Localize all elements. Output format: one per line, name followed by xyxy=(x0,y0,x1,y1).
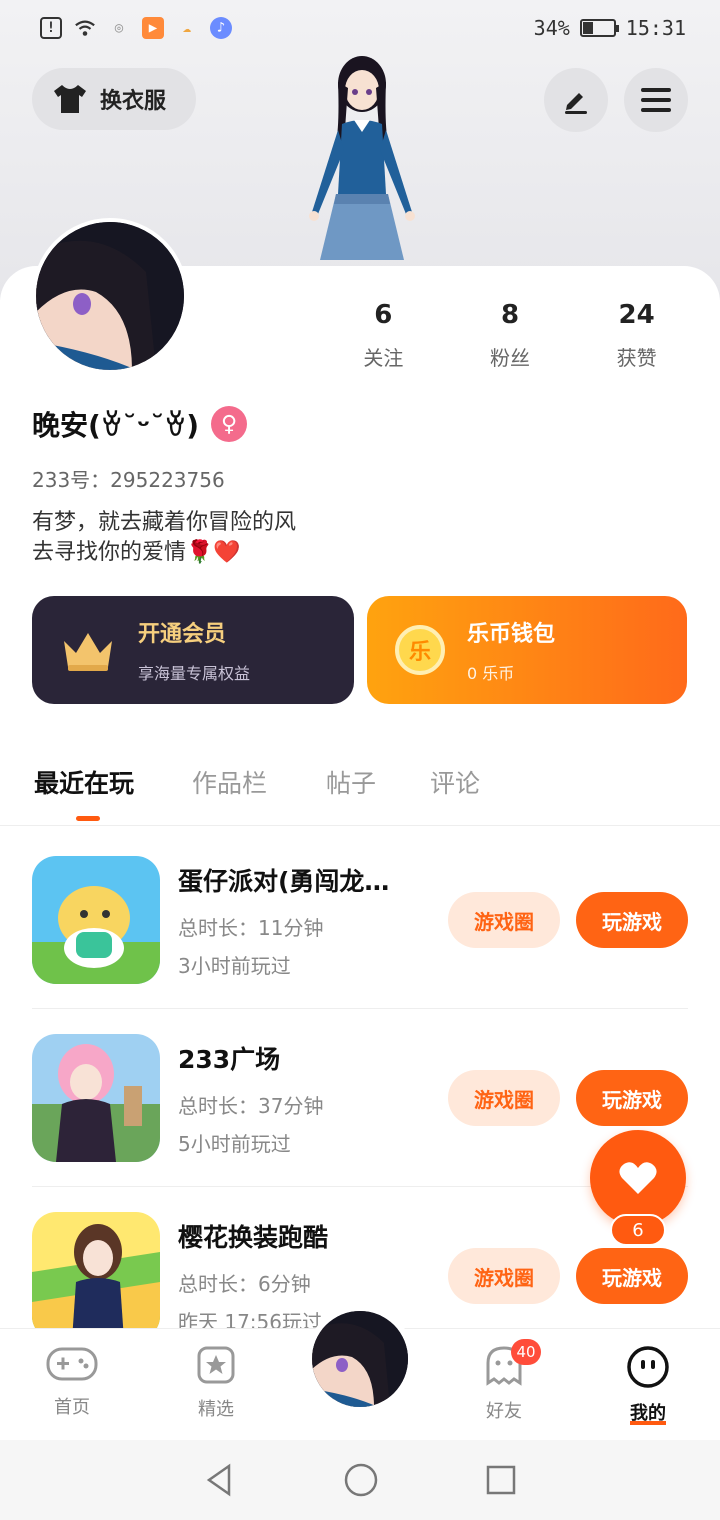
avatar-3d-figure[interactable] xyxy=(290,54,430,268)
game-name: 233广场 xyxy=(178,1045,281,1074)
wifi-icon xyxy=(74,17,96,39)
menu-button[interactable] xyxy=(624,68,688,132)
home-icon[interactable] xyxy=(343,1462,379,1498)
wallet-balance: 0 乐币 xyxy=(467,664,515,683)
stat-number: 6 xyxy=(374,300,393,330)
profile-stats: 6 关注 8 粉丝 24 获赞 xyxy=(320,300,700,371)
divider xyxy=(32,1186,688,1187)
system-navigation-bar xyxy=(0,1440,720,1520)
star-card-icon xyxy=(197,1346,235,1384)
play-game-button[interactable]: 玩游戏 xyxy=(576,1248,688,1304)
status-bar: ! ◎ ▶ ☁ ♪ 34% 15:31 xyxy=(0,0,720,56)
nav-featured[interactable]: 精选 xyxy=(171,1345,261,1421)
edit-profile-button[interactable] xyxy=(544,68,608,132)
battery-percent: 34% xyxy=(533,16,570,40)
nickname-row: 晚安(ꈊ˘ᵕ˘ꈊ) ♀ xyxy=(32,404,248,444)
nav-friends[interactable]: 40 好友 xyxy=(459,1339,549,1423)
game-row[interactable]: 233广场 总时长：37分钟 5小时前玩过 游戏圈 玩游戏 xyxy=(32,1034,688,1164)
content-tabs: 最近在玩 作品栏 帖子 评论 xyxy=(0,760,720,826)
back-icon[interactable] xyxy=(203,1463,237,1497)
play-game-button[interactable]: 玩游戏 xyxy=(576,892,688,948)
battery-icon xyxy=(579,19,619,37)
recents-icon[interactable] xyxy=(485,1464,517,1496)
game-name: 蛋仔派对(勇闯龙… xyxy=(178,867,390,896)
heart-icon xyxy=(619,1162,657,1194)
music-app-icon: ♪ xyxy=(210,17,232,39)
game-circle-button[interactable]: 游戏圈 xyxy=(448,1248,560,1304)
shirt-icon xyxy=(54,85,86,113)
game-last-played: 3小时前玩过 xyxy=(178,954,291,978)
game-icon-sakura-parkour[interactable] xyxy=(32,1212,160,1340)
stat-number: 24 xyxy=(618,300,655,330)
active-tab-indicator xyxy=(76,816,100,821)
nav-label: 首页 xyxy=(54,1397,90,1418)
stat-label: 粉丝 xyxy=(489,346,530,370)
game-row[interactable]: 蛋仔派对(勇闯龙… 总时长：11分钟 3小时前玩过 游戏圈 玩游戏 xyxy=(32,856,688,986)
game-duration: 总时长：37分钟 xyxy=(178,1094,324,1118)
coin-wallet-card[interactable]: 乐 乐币钱包 0 乐币 xyxy=(367,596,687,704)
video-app-icon: ▶ xyxy=(142,17,164,39)
smiley-face-icon xyxy=(627,1346,669,1388)
vip-title: 开通会员 xyxy=(138,622,227,647)
change-outfit-button[interactable]: 换衣服 xyxy=(32,68,196,130)
nav-me[interactable]: 我的 xyxy=(603,1345,693,1425)
tab-works[interactable]: 作品栏 xyxy=(192,764,267,800)
stat-number: 8 xyxy=(500,300,520,330)
pencil-icon xyxy=(565,93,587,114)
like-count: 6 xyxy=(610,1214,666,1246)
tab-posts[interactable]: 帖子 xyxy=(326,764,376,800)
game-icon-233-plaza[interactable] xyxy=(32,1034,160,1162)
game-icon-eggy-party[interactable] xyxy=(32,856,160,984)
coin-icon: 乐 xyxy=(395,625,445,675)
avatar-image xyxy=(36,222,184,370)
game-last-played: 5小时前玩过 xyxy=(178,1132,291,1156)
profile-avatar[interactable] xyxy=(32,218,188,374)
alert-icon: ! xyxy=(40,17,62,39)
divider xyxy=(32,1008,688,1009)
vip-subtitle: 享海量专属权益 xyxy=(138,664,251,683)
hamburger-icon xyxy=(641,88,671,112)
app-notification-icon: ◎ xyxy=(114,20,124,36)
stat-fans[interactable]: 8 粉丝 xyxy=(455,300,565,371)
bio: 有梦，就去藏着你冒险的风 去寻找你的爱情🌹❤️ xyxy=(32,510,297,565)
wallet-title: 乐币钱包 xyxy=(467,622,556,647)
stat-likes[interactable]: 24 获赞 xyxy=(582,300,692,371)
user-id: 233号：295223756 xyxy=(32,468,225,492)
game-duration: 总时长：11分钟 xyxy=(178,916,324,940)
change-outfit-label: 换衣服 xyxy=(100,89,167,114)
nav-label: 我的 xyxy=(630,1403,666,1424)
nav-label: 好友 xyxy=(486,1401,522,1422)
status-time: 15:31 xyxy=(625,16,686,40)
tab-comments[interactable]: 评论 xyxy=(430,764,480,800)
game-circle-button[interactable]: 游戏圈 xyxy=(448,1070,560,1126)
cloud-app-icon: ☁ xyxy=(182,20,192,36)
nav-home[interactable]: 首页 xyxy=(27,1345,117,1419)
like-button[interactable] xyxy=(590,1130,686,1226)
female-gender-icon: ♀ xyxy=(211,406,248,442)
game-circle-button[interactable]: 游戏圈 xyxy=(448,892,560,948)
battery-fill xyxy=(582,22,593,34)
play-game-button[interactable]: 玩游戏 xyxy=(576,1070,688,1126)
gamepad-icon xyxy=(46,1347,98,1381)
nav-label: 精选 xyxy=(198,1399,234,1420)
bottom-nav: 首页 精选 40 好友 我的 xyxy=(0,1305,720,1440)
stat-label: 关注 xyxy=(363,346,404,370)
stat-following[interactable]: 6 关注 xyxy=(328,300,438,371)
crown-icon xyxy=(64,633,112,671)
nickname: 晚安(ꈊ˘ᵕ˘ꈊ) xyxy=(32,409,200,442)
friends-notification-badge: 40 xyxy=(511,1339,541,1365)
vip-membership-card[interactable]: 开通会员 享海量专属权益 xyxy=(32,596,354,704)
nav-avatar-button[interactable] xyxy=(306,1305,414,1413)
game-duration: 总时长：6分钟 xyxy=(178,1272,311,1296)
game-name: 樱花换装跑酷 xyxy=(178,1223,329,1252)
stat-label: 获赞 xyxy=(616,346,657,370)
tab-recently-played[interactable]: 最近在玩 xyxy=(34,764,134,800)
nav-avatar-image xyxy=(312,1311,408,1407)
